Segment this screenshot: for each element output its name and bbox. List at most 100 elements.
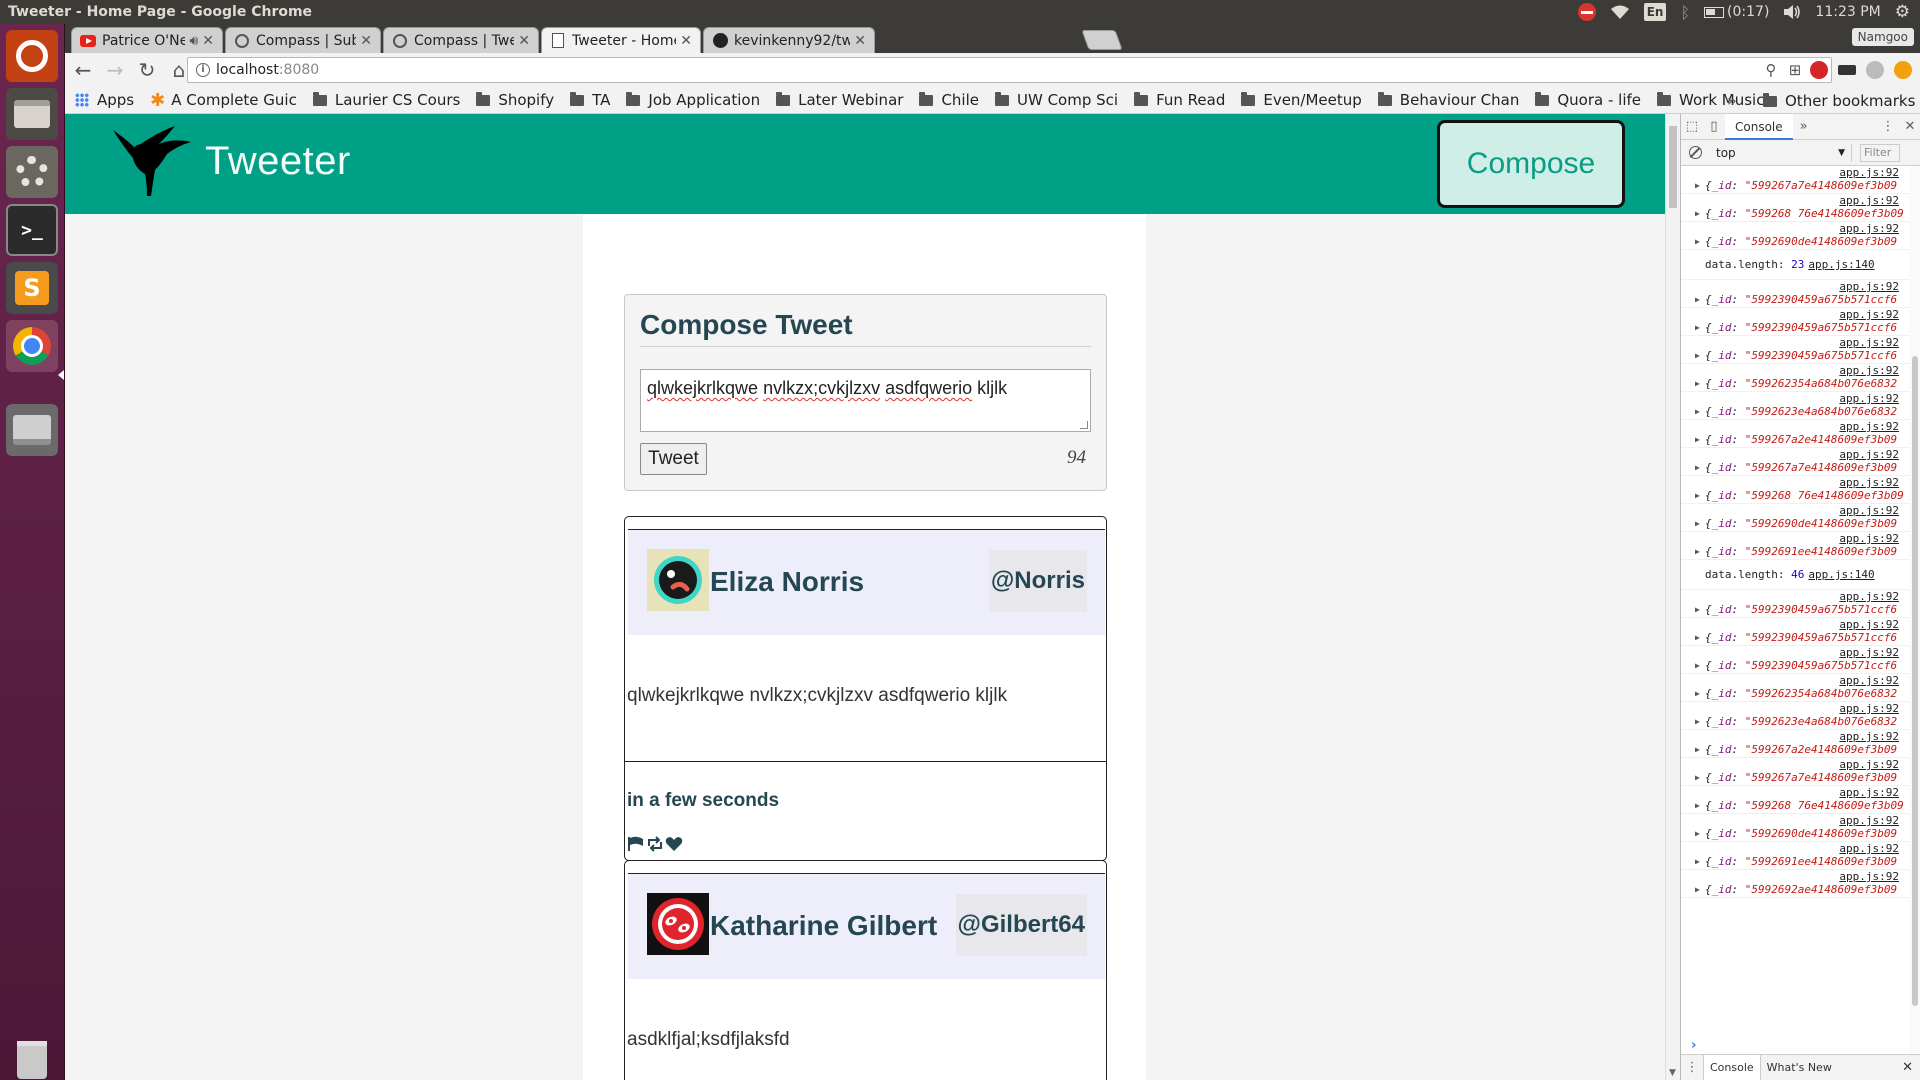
terminal-icon[interactable]: >_	[6, 204, 58, 256]
source-link[interactable]: app.js:92	[1705, 448, 1909, 461]
tab-close-icon[interactable]: ✕	[360, 33, 372, 49]
profile-button[interactable]: Namgoo	[1851, 28, 1914, 46]
trash-icon[interactable]	[6, 1034, 58, 1080]
console-object[interactable]: ▶ {_id: "5992691ee4148609ef3b09	[1695, 545, 1909, 559]
chrome-icon[interactable]	[6, 320, 58, 372]
site-title[interactable]: Tweeter	[205, 139, 351, 184]
files-icon[interactable]	[6, 88, 58, 140]
tweet-submit-button[interactable]: Tweet	[640, 443, 707, 475]
source-link[interactable]: app.js:92	[1705, 280, 1909, 293]
drawer-tab-console[interactable]: Console	[1703, 1055, 1761, 1080]
resize-grip-icon[interactable]	[1080, 421, 1088, 429]
bookmark-folder[interactable]: Job Application	[626, 91, 760, 109]
scroll-down-arrow-icon[interactable]: ▼	[1669, 1068, 1676, 1078]
zoom-icon[interactable]: ⚲	[1759, 61, 1783, 79]
battery-indicator[interactable]: (0:17)	[1704, 2, 1769, 22]
tab-close-icon[interactable]: ✕	[518, 33, 530, 49]
wifi-icon[interactable]	[1610, 2, 1630, 22]
new-tab-button[interactable]	[1081, 30, 1123, 50]
inspect-element-icon[interactable]: ⬚	[1681, 119, 1703, 134]
tab-tweeter-home[interactable]: Tweeter - Home Pag ✕	[541, 27, 701, 53]
bookmark-folder[interactable]: TA	[570, 91, 610, 109]
console-object[interactable]: ▶ {_id: "5992690de4148609ef3b09	[1695, 235, 1909, 249]
bluetooth-icon[interactable]: ᛒ	[1680, 2, 1690, 22]
source-link[interactable]: app.js:92	[1705, 758, 1909, 771]
heart-icon[interactable]	[665, 836, 683, 852]
console-object[interactable]: ▶ {_id: "5992390459a675b571ccf6	[1695, 349, 1909, 363]
console-object[interactable]: ▶ {_id: "599267a7e4148609ef3b09	[1695, 461, 1909, 475]
drawer-close-icon[interactable]: ✕	[1902, 1060, 1920, 1075]
console-object[interactable]: ▶ {_id: "5992623e4a684b076e6832	[1695, 405, 1909, 419]
console-object[interactable]: ▶ {_id: "5992390459a675b571ccf6	[1695, 631, 1909, 645]
source-link[interactable]: app.js:92	[1705, 222, 1909, 235]
console-object[interactable]: ▶ {_id: "5992692ae4148609ef3b09	[1695, 883, 1909, 897]
tab-youtube[interactable]: Patrice O'Neal on 🔊︎ ✕	[71, 27, 223, 53]
source-link[interactable]: app.js:92	[1705, 674, 1909, 687]
tab-close-icon[interactable]: ✕	[202, 33, 214, 49]
volume-icon[interactable]	[1783, 2, 1801, 22]
source-link[interactable]: app.js:92	[1705, 786, 1909, 799]
session-gear-icon[interactable]: ⚙	[1895, 2, 1910, 22]
tab-compass-submit[interactable]: Compass | Submit P ✕	[225, 27, 381, 53]
source-link[interactable]: app.js:92	[1705, 870, 1909, 883]
tab-console[interactable]: Console	[1725, 113, 1793, 140]
source-link[interactable]: app.js:92	[1705, 504, 1909, 517]
source-link[interactable]: app.js:92	[1705, 590, 1909, 603]
console-scrollbar[interactable]	[1909, 166, 1920, 1054]
tab-compass-tweeter[interactable]: Compass | Tweeter ✕	[383, 27, 539, 53]
tab-close-icon[interactable]: ✕	[854, 33, 866, 49]
clock[interactable]: 11:23 PM	[1815, 2, 1880, 22]
devtools-menu-icon[interactable]: ⋮	[1877, 119, 1899, 134]
drawer-tab-whats-new[interactable]: What's New	[1761, 1061, 1838, 1074]
console-object[interactable]: ▶ {_id: "599268 76e4148609ef3b09	[1695, 207, 1909, 221]
source-link[interactable]: app.js:92	[1705, 532, 1909, 545]
source-link[interactable]: app.js:92	[1705, 646, 1909, 659]
ubuntu-dash-icon[interactable]	[6, 30, 58, 82]
source-link[interactable]: app.js:92	[1705, 392, 1909, 405]
source-link[interactable]: app.js:92	[1705, 194, 1909, 207]
tweet-textarea[interactable]: qlwkejkrlkqwe nvlkzx;cvkjlzxv asdfqwerio…	[640, 369, 1091, 432]
bookmark-folder[interactable]: Fun Read	[1134, 91, 1225, 109]
address-bar[interactable]: i localhost:8080 ⚲ ⊞ ☆	[187, 57, 1832, 83]
bookmark-folder[interactable]: Work Music	[1657, 91, 1764, 109]
forward-arrow-icon[interactable]: →	[101, 56, 129, 84]
bookmark-folder[interactable]: Laurier CS Cours	[312, 91, 460, 109]
page-scrollbar[interactable]: ▼	[1665, 114, 1680, 1080]
bookmark-folder[interactable]: Chile	[919, 91, 979, 109]
bookmarks-overflow-chevron[interactable]: »	[1727, 91, 1737, 110]
bookmark-folder[interactable]: Behaviour Chan	[1377, 91, 1519, 109]
console-object[interactable]: ▶ {_id: "599267a7e4148609ef3b09	[1695, 771, 1909, 785]
bookmark-folder[interactable]: Quora - life	[1535, 91, 1641, 109]
bookmark-folder[interactable]: Later Webinar	[776, 91, 903, 109]
compose-nav-button[interactable]: Compose	[1437, 120, 1625, 208]
console-object[interactable]: ▶ {_id: "5992390459a675b571ccf6	[1695, 321, 1909, 335]
drive-icon[interactable]	[6, 404, 58, 456]
reload-icon[interactable]: ↻	[133, 56, 161, 84]
extension-hat-icon[interactable]	[1838, 65, 1856, 75]
site-info-icon[interactable]: i	[196, 63, 210, 77]
source-link[interactable]: app.js:92	[1705, 364, 1909, 377]
context-selector[interactable]: top ▼	[1712, 143, 1852, 162]
flag-icon[interactable]	[627, 836, 645, 852]
console-scrollbar-thumb[interactable]	[1912, 356, 1918, 1006]
console-object[interactable]: ▶ {_id: "599268 76e4148609ef3b09	[1695, 799, 1909, 813]
bookmark-folder[interactable]: Even/Meetup	[1241, 91, 1362, 109]
console-object[interactable]: ▶ {_id: "5992390459a675b571ccf6	[1695, 659, 1909, 673]
translate-icon[interactable]: ⊞	[1783, 61, 1807, 79]
speaker-icon[interactable]: 🔊︎	[189, 33, 198, 49]
retweet-icon[interactable]	[646, 836, 664, 852]
console-object[interactable]: ▶ {_id: "599268 76e4148609ef3b09	[1695, 489, 1909, 503]
source-link[interactable]: app.js:92	[1705, 702, 1909, 715]
page-scrollbar-thumb[interactable]	[1669, 126, 1677, 208]
console-prompt-icon[interactable]: ›	[1691, 1038, 1696, 1053]
chrome-menu-warning-icon[interactable]	[1894, 61, 1912, 79]
source-link[interactable]: app.js:92	[1705, 730, 1909, 743]
tab-close-icon[interactable]: ✕	[680, 33, 692, 49]
source-link[interactable]: app.js:92	[1705, 814, 1909, 827]
console-object[interactable]: ▶ {_id: "5992691ee4148609ef3b09	[1695, 855, 1909, 869]
more-tabs-chevron-icon[interactable]: »	[1793, 119, 1815, 134]
console-object[interactable]: ▶ {_id: "599262354a684b076e6832	[1695, 687, 1909, 701]
source-link[interactable]: app.js:140	[1808, 568, 1874, 581]
console-object[interactable]: ▶ {_id: "5992390459a675b571ccf6	[1695, 603, 1909, 617]
bookmark-folder[interactable]: UW Comp Sci	[994, 91, 1118, 109]
